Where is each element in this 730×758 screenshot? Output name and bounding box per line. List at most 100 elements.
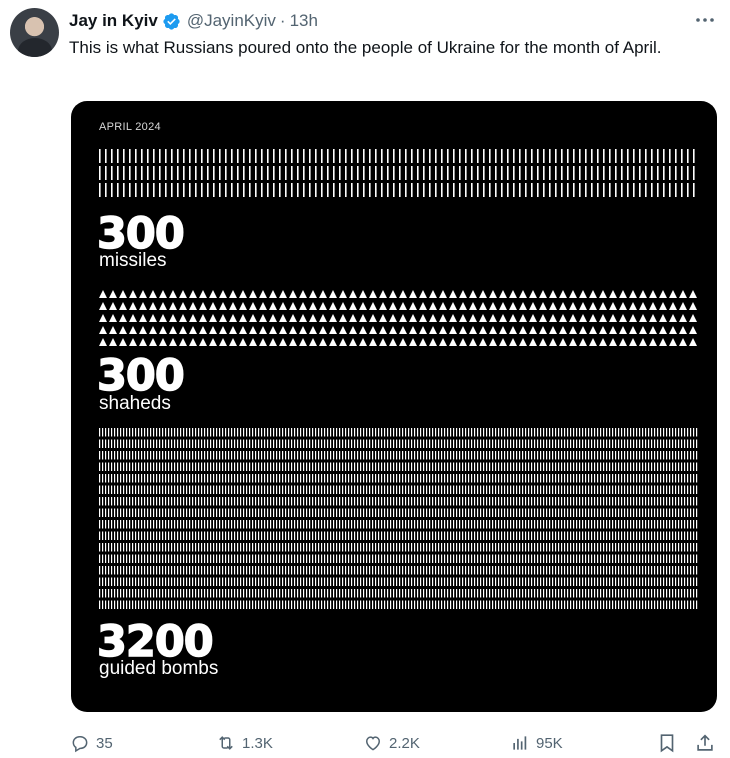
bomb-bar-icon — [102, 497, 104, 506]
bomb-bar-icon — [498, 428, 500, 437]
missile-icon — [153, 183, 155, 197]
bookmark-icon[interactable] — [656, 730, 678, 756]
bomb-bar-icon — [162, 451, 164, 460]
missile-icon — [303, 166, 305, 180]
bomb-bar-icon — [666, 508, 668, 517]
bomb-bar-icon — [528, 497, 530, 506]
bomb-bar-icon — [423, 451, 425, 460]
bomb-bar-icon — [453, 508, 455, 517]
bomb-bar-icon — [360, 474, 362, 483]
bomb-bar-icon — [603, 531, 605, 540]
author-name[interactable]: Jay in Kyiv — [69, 11, 158, 31]
bomb-bar-icon — [153, 485, 155, 494]
drone-triangle-icon — [179, 338, 187, 346]
bomb-bar-icon — [600, 497, 602, 506]
bomb-bar-icon — [387, 600, 389, 609]
bomb-bar-icon — [387, 451, 389, 460]
missile-icon — [459, 149, 461, 163]
bomb-bar-icon — [105, 439, 107, 448]
bomb-bar-icon — [291, 485, 293, 494]
missile-icon — [405, 149, 407, 163]
bomb-bar-icon — [387, 543, 389, 552]
missile-icon — [585, 149, 587, 163]
bomb-bar-icon — [381, 474, 383, 483]
bomb-bar-icon — [471, 589, 473, 598]
drone-triangle-icon — [129, 338, 137, 346]
bomb-bar-icon — [414, 531, 416, 540]
bomb-bar-icon — [690, 589, 692, 598]
bomb-bar-icon — [390, 531, 392, 540]
bomb-bar-icon — [177, 589, 179, 598]
bomb-bar-icon — [258, 531, 260, 540]
bomb-bar-icon — [459, 508, 461, 517]
drone-triangle-icon — [109, 302, 117, 310]
drone-triangle-icon — [599, 290, 607, 298]
bomb-bar-icon — [375, 554, 377, 563]
bomb-bar-icon — [513, 600, 515, 609]
bomb-bar-icon — [447, 439, 449, 448]
bomb-bar-icon — [501, 508, 503, 517]
bomb-bar-icon — [99, 600, 101, 609]
timestamp[interactable]: 13h — [290, 11, 318, 31]
bomb-bar-icon — [522, 474, 524, 483]
bomb-bar-icon — [351, 439, 353, 448]
bomb-bar-icon — [303, 589, 305, 598]
bomb-bar-icon — [675, 520, 677, 529]
bomb-bar-icon — [198, 508, 200, 517]
like-button[interactable]: 2.2K — [363, 730, 420, 756]
bomb-bar-icon — [381, 577, 383, 586]
infographic-image[interactable]: APRIL 2024 300 missiles 300 shaheds 3200… — [71, 101, 717, 712]
more-options-icon[interactable] — [694, 10, 716, 30]
bomb-bar-icon — [369, 577, 371, 586]
bomb-bar-icon — [330, 462, 332, 471]
bomb-bar-icon — [216, 589, 218, 598]
bomb-bar-icon — [216, 577, 218, 586]
bomb-bar-icon — [624, 577, 626, 586]
bomb-bar-icon — [453, 520, 455, 529]
bomb-bar-icon — [294, 554, 296, 563]
bomb-bar-icon — [117, 485, 119, 494]
bomb-bar-icon — [402, 543, 404, 552]
bomb-bar-icon — [498, 497, 500, 506]
bomb-bar-icon — [435, 497, 437, 506]
bomb-bar-icon — [330, 566, 332, 575]
bomb-bar-icon — [435, 543, 437, 552]
repost-button[interactable]: 1.3K — [216, 730, 273, 756]
drone-triangle-icon — [99, 314, 107, 322]
bomb-bar-icon — [654, 485, 656, 494]
bomb-bar-icon — [117, 577, 119, 586]
bomb-bar-icon — [330, 474, 332, 483]
bomb-bar-icon — [642, 508, 644, 517]
bomb-bar-icon — [162, 462, 164, 471]
avatar[interactable] — [10, 8, 59, 57]
drone-triangle-icon — [239, 326, 247, 334]
bomb-bar-icon — [213, 554, 215, 563]
bomb-bar-icon — [195, 589, 197, 598]
bomb-bar-icon — [195, 520, 197, 529]
bomb-bar-icon — [462, 566, 464, 575]
bomb-bar-icon — [420, 497, 422, 506]
bomb-bar-icon — [147, 566, 149, 575]
drone-triangle-icon — [679, 326, 687, 334]
bomb-bar-icon — [135, 439, 137, 448]
bomb-bar-icon — [396, 589, 398, 598]
bomb-bar-icon — [135, 589, 137, 598]
drone-triangle-icon — [329, 314, 337, 322]
drone-triangle-icon — [669, 326, 677, 334]
bomb-bar-icon — [360, 600, 362, 609]
bomb-bar-icon — [396, 600, 398, 609]
bomb-bar-icon — [549, 428, 551, 437]
bomb-bar-icon — [237, 439, 239, 448]
reply-button[interactable]: 35 — [70, 730, 113, 756]
views-button[interactable]: 95K — [510, 730, 563, 756]
bomb-bar-icon — [378, 589, 380, 598]
share-icon[interactable] — [694, 730, 716, 756]
bomb-bar-icon — [690, 474, 692, 483]
bomb-bar-icon — [378, 566, 380, 575]
bomb-bar-icon — [363, 543, 365, 552]
author-handle[interactable]: @JayinKyiv — [187, 11, 276, 31]
bomb-bar-icon — [558, 577, 560, 586]
bomb-bar-icon — [657, 589, 659, 598]
missile-icon — [627, 183, 629, 197]
bomb-bar-icon — [543, 508, 545, 517]
